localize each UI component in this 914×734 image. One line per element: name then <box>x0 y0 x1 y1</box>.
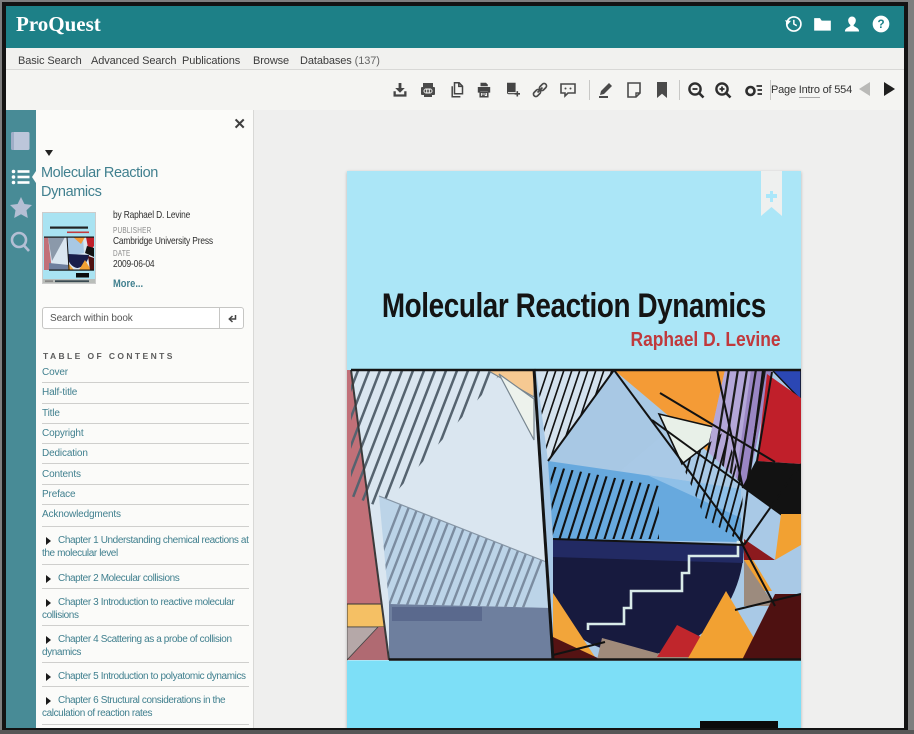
svg-text:?: ? <box>877 18 884 31</box>
